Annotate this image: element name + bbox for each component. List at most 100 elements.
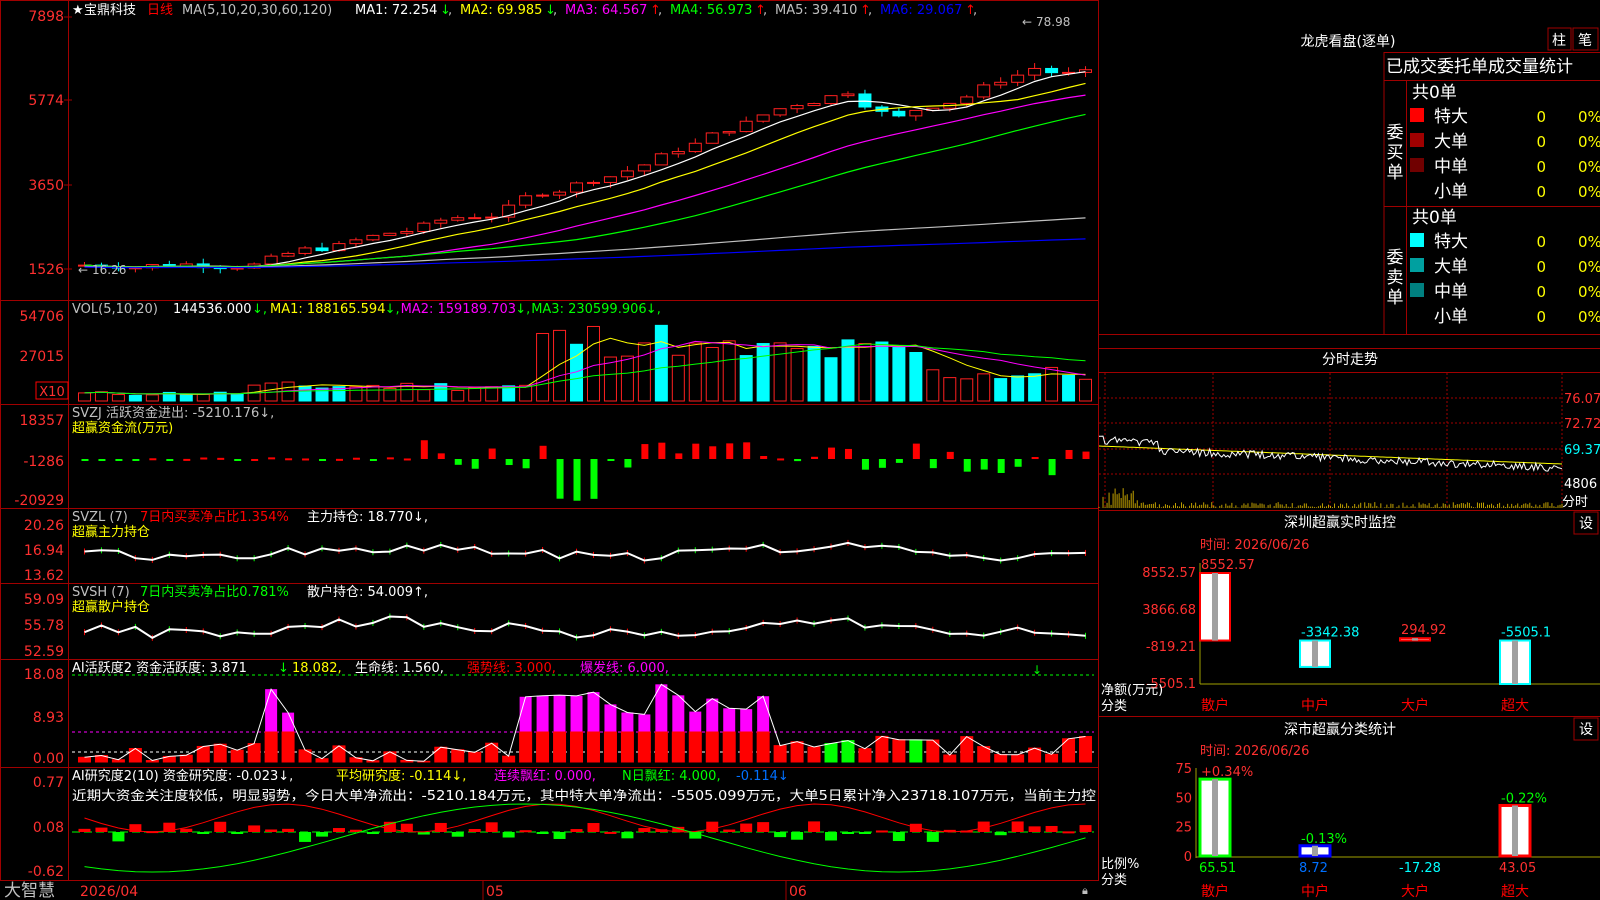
research-bar[interactable] [485, 822, 498, 832]
research-bar[interactable] [621, 832, 634, 839]
svzj-bar[interactable] [420, 440, 428, 459]
svzj-bar[interactable] [352, 457, 360, 460]
svzj-bar[interactable] [1048, 459, 1056, 476]
active-bar[interactable] [128, 748, 142, 763]
volume-bar[interactable] [671, 354, 685, 402]
active-bar[interactable] [468, 751, 482, 763]
candle-body[interactable] [434, 219, 448, 224]
research-bar[interactable] [78, 828, 91, 832]
svzj-bar[interactable] [811, 456, 819, 459]
volume-bar[interactable] [94, 391, 108, 402]
candle-body[interactable] [536, 194, 550, 197]
svzj-bar[interactable] [946, 451, 954, 459]
candle-body[interactable] [281, 252, 295, 257]
research-bar[interactable] [316, 832, 329, 837]
volume-bar[interactable] [722, 340, 736, 402]
svzj-bars[interactable] [81, 440, 1090, 501]
candle-body[interactable] [586, 181, 600, 184]
research-bar[interactable] [875, 830, 888, 833]
volume-bar[interactable] [807, 345, 821, 402]
research-bar[interactable] [808, 821, 821, 832]
candle-body[interactable] [1011, 74, 1025, 83]
volume-bar[interactable] [977, 373, 991, 402]
volume-bar[interactable] [892, 346, 906, 402]
ai-active-bars[interactable]: ↓ [72, 663, 1094, 763]
svzj-bar[interactable] [878, 459, 886, 468]
active-bar[interactable] [586, 731, 600, 763]
svzj-bar[interactable] [641, 444, 649, 459]
volume-bars[interactable] [77, 324, 1093, 402]
volume-bar[interactable] [468, 387, 482, 402]
svzj-bar[interactable] [760, 456, 768, 459]
active-bar[interactable] [1079, 736, 1093, 763]
svzj-bar[interactable] [132, 459, 140, 461]
svzj-bar[interactable] [183, 458, 191, 461]
svzj-bar[interactable] [81, 459, 89, 461]
svzj-bar[interactable] [149, 458, 157, 461]
svzj-bar[interactable] [200, 457, 208, 460]
research-bar[interactable] [587, 823, 600, 832]
svzj-bar[interactable] [115, 459, 123, 461]
research-bar[interactable] [825, 832, 838, 841]
active-bar[interactable] [434, 746, 448, 763]
svzj-bar[interactable] [624, 459, 632, 468]
research-bar[interactable] [231, 832, 244, 834]
volume-bar[interactable] [1045, 366, 1059, 402]
active-bar[interactable] [247, 743, 261, 763]
svzj-bar[interactable] [675, 453, 683, 459]
active-bar[interactable] [536, 731, 550, 763]
research-bar[interactable] [892, 832, 905, 842]
volume-bar[interactable] [1011, 375, 1025, 402]
candle-body[interactable] [553, 191, 567, 196]
active-bar[interactable] [1011, 754, 1025, 763]
active-bar-burst[interactable] [740, 709, 753, 732]
svzj-bar[interactable] [285, 458, 293, 461]
volume-bar[interactable] [824, 357, 838, 402]
svzj-bar[interactable] [658, 442, 666, 459]
candle-body[interactable] [603, 176, 617, 183]
volume-bar[interactable] [739, 355, 753, 402]
active-bar[interactable] [451, 749, 465, 763]
active-bar-burst[interactable] [757, 696, 770, 732]
candle-body[interactable] [705, 132, 719, 144]
candle-body[interactable] [858, 93, 872, 108]
volume-bar[interactable] [1079, 378, 1093, 402]
svzj-bar[interactable] [335, 458, 343, 461]
candle-body[interactable] [909, 109, 923, 117]
volume-bar[interactable] [620, 355, 634, 402]
active-bar-burst[interactable] [587, 692, 600, 732]
research-bar[interactable] [638, 828, 651, 832]
svzj-bar[interactable] [386, 457, 394, 460]
candle-body[interactable] [773, 108, 787, 116]
volume-bar[interactable] [196, 393, 210, 402]
research-bar[interactable] [1045, 825, 1058, 832]
research-bar[interactable] [570, 829, 583, 832]
candle-body[interactable] [790, 105, 804, 110]
volume-bar[interactable] [536, 332, 550, 402]
svzj-bar[interactable] [912, 443, 920, 459]
research-bar[interactable] [468, 828, 481, 832]
candle-body[interactable] [1045, 67, 1059, 74]
volume-bar[interactable] [943, 377, 957, 402]
svzj-bar[interactable] [403, 458, 411, 461]
svzj-bar[interactable] [997, 459, 1005, 473]
chart-area[interactable]: ★ 宝鼎科技 日线 MA(5,10,20,30,60,120) MA1: 72.… [0, 0, 1600, 900]
volume-bar[interactable] [451, 389, 465, 402]
research-bar[interactable] [332, 828, 345, 832]
research-bar[interactable] [519, 830, 532, 833]
svzj-bar[interactable] [828, 447, 836, 459]
active-bar[interactable] [807, 746, 821, 763]
candle-body[interactable] [841, 93, 855, 97]
lock-icon[interactable]: 🔒︎ [1082, 884, 1088, 897]
svzj-bar[interactable] [556, 459, 564, 499]
volume-bar[interactable] [773, 342, 787, 402]
research-bar[interactable] [451, 832, 464, 837]
candle-body[interactable] [739, 120, 753, 133]
candle-body[interactable] [400, 231, 414, 234]
svzj-bar[interactable] [709, 446, 717, 459]
active-bar-burst[interactable] [621, 712, 634, 732]
svzj-bar[interactable] [692, 443, 700, 459]
candle-body[interactable] [1028, 67, 1042, 76]
svzj-bar[interactable] [929, 459, 937, 469]
svzj-bar[interactable] [963, 459, 971, 472]
